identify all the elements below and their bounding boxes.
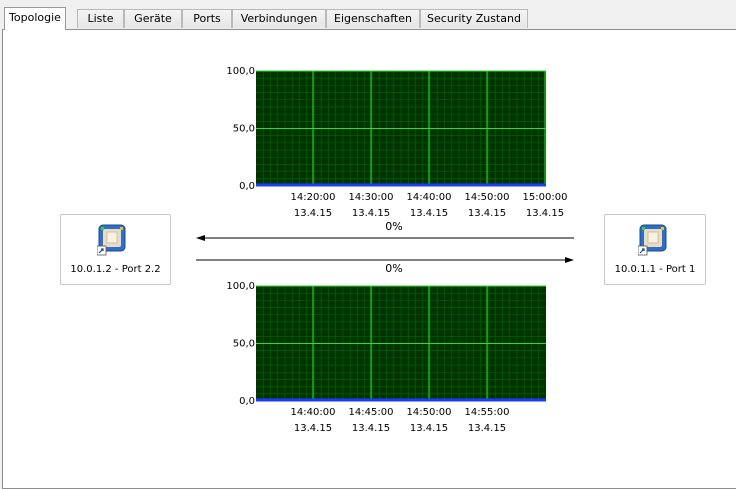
x-tick-date: 13.4.15	[468, 423, 506, 434]
x-tick-date: 13.4.15	[294, 423, 332, 434]
link-utilization-top: 0%	[385, 220, 403, 233]
y-tick-label: 50,0	[233, 124, 255, 135]
traffic-chart-top: 100,0 50,0 0,0 14:20:00 13.4.15 14:30:00 13.4.…	[226, 66, 588, 224]
arrowhead-left-icon	[196, 235, 205, 241]
tab-topologie[interactable]: Topologie	[4, 7, 66, 30]
network-port-icon	[97, 224, 126, 256]
x-tick-time: 15:00:00	[523, 192, 568, 203]
tab-bar: Topologie Liste Geräte Ports Verbindunge…	[0, 0, 736, 30]
x-tick-date: 13.4.15	[410, 423, 448, 434]
x-tick-time: 14:40:00	[407, 192, 452, 203]
x-tick-date: 13.4.15	[468, 208, 506, 219]
link-arrows	[196, 235, 574, 263]
x-tick-time: 14:50:00	[407, 407, 452, 418]
traffic-chart-bottom: 100,0 50,0 0,0 14:40:00 13.4.15 14:45:00 13.4.…	[226, 281, 588, 439]
x-tick-date: 13.4.15	[294, 208, 332, 219]
y-tick-label: 0,0	[239, 181, 255, 192]
tab-verbindungen[interactable]: Verbindungen	[232, 9, 326, 28]
device-node-right-label: 10.0.1.1 - Port 1	[614, 264, 696, 275]
tab-eigenschaften[interactable]: Eigenschaften	[326, 9, 420, 28]
device-node-left[interactable]: 10.0.1.2 - Port 2.2	[60, 214, 171, 285]
x-tick-date: 13.4.15	[526, 208, 564, 219]
y-tick-label: 100,0	[226, 281, 255, 292]
chart-svg-bottom: 100,0 50,0 0,0 14:40:00 13.4.15 14:45:00 13.4.…	[226, 281, 546, 434]
x-tick-date: 13.4.15	[352, 423, 390, 434]
tab-security-zustand[interactable]: Security Zustand	[420, 9, 528, 28]
x-tick-time: 14:30:00	[349, 192, 394, 203]
link-utilization-bottom: 0%	[385, 262, 403, 275]
x-tick-time: 14:40:00	[291, 407, 336, 418]
x-tick-date: 13.4.15	[352, 208, 390, 219]
x-tick-time: 14:20:00	[291, 192, 336, 203]
device-node-right[interactable]: 10.0.1.1 - Port 1	[604, 214, 706, 285]
x-tick-time: 14:50:00	[465, 192, 510, 203]
network-port-icon	[638, 224, 667, 256]
y-tick-label: 100,0	[226, 66, 255, 77]
y-tick-label: 0,0	[239, 396, 255, 407]
tab-liste[interactable]: Liste	[77, 9, 124, 28]
tab-geraete[interactable]: Geräte	[124, 9, 182, 28]
chart-svg-top: 100,0 50,0 0,0 14:20:00 13.4.15 14:30:00 13.4.…	[226, 66, 568, 219]
tab-ports[interactable]: Ports	[182, 9, 232, 28]
arrowhead-right-icon	[565, 257, 574, 263]
x-tick-time: 14:55:00	[465, 407, 510, 418]
y-tick-label: 50,0	[233, 339, 255, 350]
device-node-left-label: 10.0.1.2 - Port 2.2	[70, 264, 161, 275]
x-tick-date: 13.4.15	[410, 208, 448, 219]
x-tick-time: 14:45:00	[349, 407, 394, 418]
